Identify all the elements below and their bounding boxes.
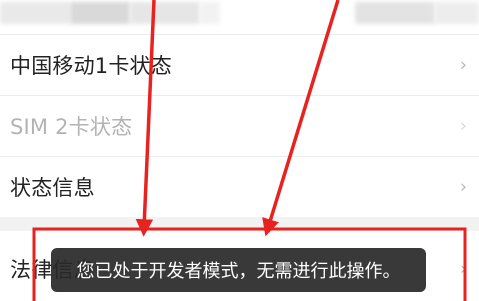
- blurred-header: [0, 0, 479, 32]
- settings-row-status-info[interactable]: 状态信息 ›: [0, 157, 479, 217]
- row-label: 状态信息: [10, 176, 95, 200]
- blurred-region: [355, 2, 435, 24]
- settings-row-sim1-status[interactable]: 中国移动1卡状态 ›: [0, 35, 479, 95]
- chevron-right-icon: ›: [459, 176, 467, 198]
- chevron-right-icon: ›: [459, 115, 467, 137]
- blurred-region: [130, 2, 200, 24]
- blurred-region: [435, 2, 479, 24]
- blurred-region: [200, 2, 220, 24]
- blurred-region: [70, 2, 130, 24]
- row-label: SIM 2卡状态: [10, 115, 133, 139]
- row-label: 中国移动1卡状态: [10, 54, 172, 78]
- chevron-right-icon: ›: [459, 54, 467, 76]
- settings-row-sim2-status: SIM 2卡状态 ›: [0, 96, 479, 156]
- chevron-right-icon: ›: [459, 258, 467, 280]
- toast-message: 您已处于开发者模式，无需进行此操作。: [76, 261, 401, 282]
- blurred-region: [0, 2, 70, 24]
- developer-mode-toast: 您已处于开发者模式，无需进行此操作。: [51, 248, 426, 292]
- section-gap: [0, 217, 479, 231]
- about-phone-screen: 中国移动1卡状态 › SIM 2卡状态 › 状态信息 › 法律信息 › 您已处于…: [0, 0, 479, 301]
